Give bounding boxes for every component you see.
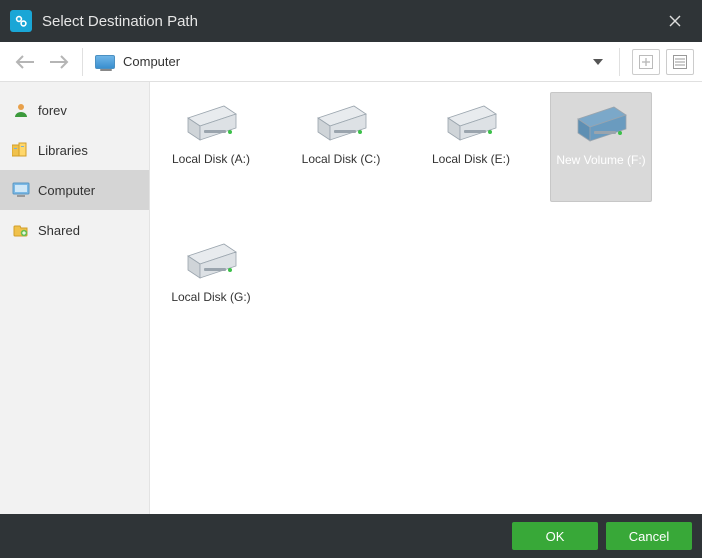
- close-icon: [669, 15, 681, 27]
- disk-drive-icon: [180, 238, 242, 284]
- toolbar-separator: [619, 48, 620, 76]
- drive-label: Local Disk (G:): [171, 290, 250, 304]
- cancel-button[interactable]: Cancel: [606, 522, 692, 550]
- computer-icon: [95, 55, 115, 69]
- app-icon: [10, 10, 32, 32]
- drive-label: Local Disk (C:): [302, 152, 381, 166]
- forward-button[interactable]: [42, 47, 76, 77]
- view-list-button[interactable]: [666, 49, 694, 75]
- sidebar-item-label: forev: [38, 103, 67, 118]
- drive-label: Local Disk (A:): [172, 152, 250, 166]
- window-title: Select Destination Path: [42, 13, 654, 30]
- plus-icon: [639, 55, 653, 69]
- drive-grid: Local Disk (A:) Local Disk (C:) Local Di…: [160, 92, 692, 340]
- back-button[interactable]: [8, 47, 42, 77]
- content-pane: Local Disk (A:) Local Disk (C:) Local Di…: [150, 82, 702, 514]
- close-button[interactable]: [654, 0, 696, 42]
- drive-label: Local Disk (E:): [432, 152, 510, 166]
- drive-item[interactable]: Local Disk (G:): [160, 230, 262, 340]
- sidebar: forev Libraries Computer Shared: [0, 82, 150, 514]
- disk-drive-icon: [440, 100, 502, 146]
- shared-icon: [12, 221, 30, 239]
- sidebar-item-label: Shared: [38, 223, 80, 238]
- dialog-window: Select Destination Path Computer: [0, 0, 702, 558]
- toolbar: Computer: [0, 42, 702, 82]
- path-label: Computer: [123, 54, 180, 69]
- drive-item[interactable]: Local Disk (A:): [160, 92, 262, 202]
- computer-icon: [12, 181, 30, 199]
- arrow-right-icon: [48, 54, 70, 70]
- caret-down-icon: [593, 59, 603, 65]
- drive-item[interactable]: New Volume (F:): [550, 92, 652, 202]
- toolbar-separator: [82, 48, 83, 76]
- user-icon: [12, 101, 30, 119]
- new-folder-button[interactable]: [632, 49, 660, 75]
- sidebar-item-computer[interactable]: Computer: [0, 170, 149, 210]
- drive-label: New Volume (F:): [556, 153, 645, 167]
- sidebar-item-label: Libraries: [38, 143, 88, 158]
- arrow-left-icon: [14, 54, 36, 70]
- sidebar-item-shared[interactable]: Shared: [0, 210, 149, 250]
- dialog-body: forev Libraries Computer Shared: [0, 82, 702, 514]
- path-dropdown-button[interactable]: [583, 59, 613, 65]
- sidebar-item-libraries[interactable]: Libraries: [0, 130, 149, 170]
- footer: OK Cancel: [0, 514, 702, 558]
- disk-drive-icon: [570, 101, 632, 147]
- path-box[interactable]: Computer: [89, 54, 583, 69]
- ok-button[interactable]: OK: [512, 522, 598, 550]
- disk-drive-icon: [310, 100, 372, 146]
- drive-item[interactable]: Local Disk (C:): [290, 92, 392, 202]
- drive-item[interactable]: Local Disk (E:): [420, 92, 522, 202]
- disk-drive-icon: [180, 100, 242, 146]
- sidebar-item-label: Computer: [38, 183, 95, 198]
- list-view-icon: [673, 55, 687, 69]
- titlebar: Select Destination Path: [0, 0, 702, 42]
- libraries-icon: [12, 141, 30, 159]
- sidebar-item-user[interactable]: forev: [0, 90, 149, 130]
